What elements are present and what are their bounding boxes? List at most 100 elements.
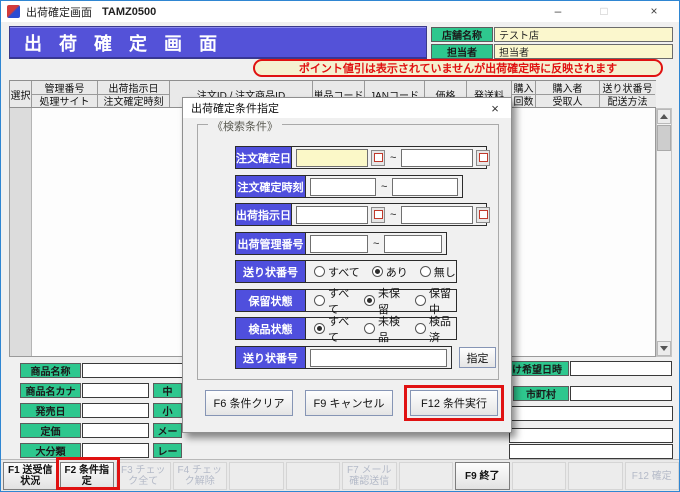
invoice-no-row: 送り状番号 [235,346,452,369]
radio-icon[interactable] [314,323,325,334]
hold-status-label: 保留状態 [236,290,306,311]
radio-option[interactable]: 未検品 [363,313,405,345]
search-condition-legend: 《検索条件》 [208,118,282,134]
condition-dialog: 出荷確定条件指定 × 《検索条件》 注文確定日 ~ 注文確定時刻 ~ 出荷指示日… [182,97,512,433]
header-column-purchaser: 購入者 受取人 [536,81,600,107]
address-field[interactable] [509,406,673,421]
invoice-status-label: 送り状番号 [236,261,306,282]
scroll-up-button[interactable] [657,109,671,124]
f6-condition-clear-button[interactable]: F6 条件クリア [205,390,293,416]
ship-mgmt-no-label: 出荷管理番号 [236,233,306,254]
radio-label: 未検品 [377,315,400,344]
store-name-field: テスト店 [494,27,673,42]
highlight-box-execute [404,385,504,421]
radio-label: すべて [328,266,360,279]
f4-uncheck-button: F4 チェック解除 [172,462,227,490]
radio-option[interactable]: あり [371,264,408,280]
address-field[interactable] [509,444,673,459]
address-field[interactable] [509,428,673,443]
ship-mgmt-no-to-input[interactable] [384,234,443,253]
header-cell: 購入者 [536,81,599,95]
list-price-field[interactable] [82,423,149,438]
page-title: 出 荷 確 定 画 面 [9,26,427,59]
f3-check-all-button: F3 チェック全て [116,462,171,490]
calendar-icon[interactable] [371,206,385,223]
large-category-field[interactable] [82,443,149,458]
large-category-label: 大分類 [20,443,81,458]
highlight-box-f2 [56,457,120,490]
specify-button[interactable]: 指定 [459,347,496,368]
order-date-from-input[interactable] [296,148,368,167]
header-column-mgmt-no: 管理番号 処理サイト [32,81,98,107]
header-column-purchase-count: 購入 回数 [512,81,536,107]
calendar-icon[interactable] [476,149,491,166]
mid-category-label: 中 [153,383,182,398]
minimize-button[interactable]: – [541,1,575,21]
radio-option[interactable]: 無し [419,264,456,280]
radio-option[interactable]: すべて [314,313,354,345]
f10-empty-slot [511,462,566,490]
dialog-title: 出荷確定条件指定 [183,98,511,118]
scrollbar-thumb[interactable] [657,125,671,151]
radio-label: 無し [433,266,456,279]
range-tilde: ~ [390,208,397,221]
f8-empty-slot [398,462,453,490]
radio-icon[interactable] [314,266,325,277]
window-title: 出荷確定画面 [26,6,92,19]
ship-date-label: 出荷指示日 [236,204,292,225]
range-tilde: ~ [373,237,380,250]
ship-date-to-input[interactable] [401,205,474,224]
radio-icon[interactable] [414,295,426,306]
order-date-to-input[interactable] [401,148,474,167]
invoice-no-label: 送り状番号 [236,347,306,368]
header-cell: 出荷指示日 [98,81,169,95]
f9-exit-button[interactable]: F9 終了 [455,462,510,490]
dialog-close-icon[interactable]: × [483,98,507,118]
f5-empty-slot [229,462,284,490]
release-date-field[interactable] [82,403,149,418]
delivery-datetime-field[interactable] [570,361,672,376]
ship-date-from-input[interactable] [296,205,368,224]
staff-label: 担当者 [431,44,493,59]
close-button[interactable]: × [637,1,671,21]
f9-cancel-button[interactable]: F9 キャンセル [305,390,393,416]
small-category-label: 小 [153,403,182,418]
ship-date-row: 出荷指示日 ~ [235,203,491,226]
inspection-status-row: 検品状態 すべて 未検品 検品済 [235,316,457,344]
calendar-icon[interactable] [476,206,491,223]
grid-vertical-scrollbar[interactable] [656,108,672,357]
header-cell: 受取人 [552,97,583,107]
range-tilde: ~ [390,151,397,164]
order-time-from-input[interactable] [310,177,376,196]
city-field[interactable] [570,386,672,401]
f7-mail-confirm-button: F7 メール 確認送信 [342,462,397,490]
radio-label: すべて [328,315,350,344]
item-kana-field[interactable] [82,383,149,398]
arrow-down-icon [660,346,668,351]
inspection-status-label: 検品状態 [236,318,306,339]
f1-send-receive-button[interactable]: F1 送受信 状況 [3,462,58,490]
f12-confirm-button: F12 確定 [624,462,679,490]
radio-icon[interactable] [419,266,431,277]
radio-icon[interactable] [371,266,383,277]
invoice-no-input[interactable] [310,348,447,367]
radio-icon[interactable] [314,295,325,306]
ship-mgmt-no-from-input[interactable] [310,234,368,253]
scroll-down-button[interactable] [657,341,671,356]
radio-icon[interactable] [363,323,375,334]
header-cell: 送り状番号 [600,81,655,95]
f11-empty-slot [568,462,623,490]
radio-option[interactable]: すべて [314,264,360,280]
hold-status-row: 保留状態 すべて 未保留 保留中 [235,288,457,316]
calendar-icon[interactable] [371,149,385,166]
header-column-select: 選択 [10,81,32,107]
radio-icon[interactable] [363,295,375,306]
header-cell: 注文確定時刻 [103,97,164,107]
order-date-label: 注文確定日 [236,147,292,168]
ship-mgmt-no-row: 出荷管理番号 ~ [235,232,447,255]
invoice-status-row: 送り状番号 すべて あり 無し [235,260,457,283]
label-label: レー [153,443,182,458]
radio-option[interactable]: 検品済 [414,313,456,345]
order-time-to-input[interactable] [392,177,459,196]
radio-icon[interactable] [414,323,426,334]
